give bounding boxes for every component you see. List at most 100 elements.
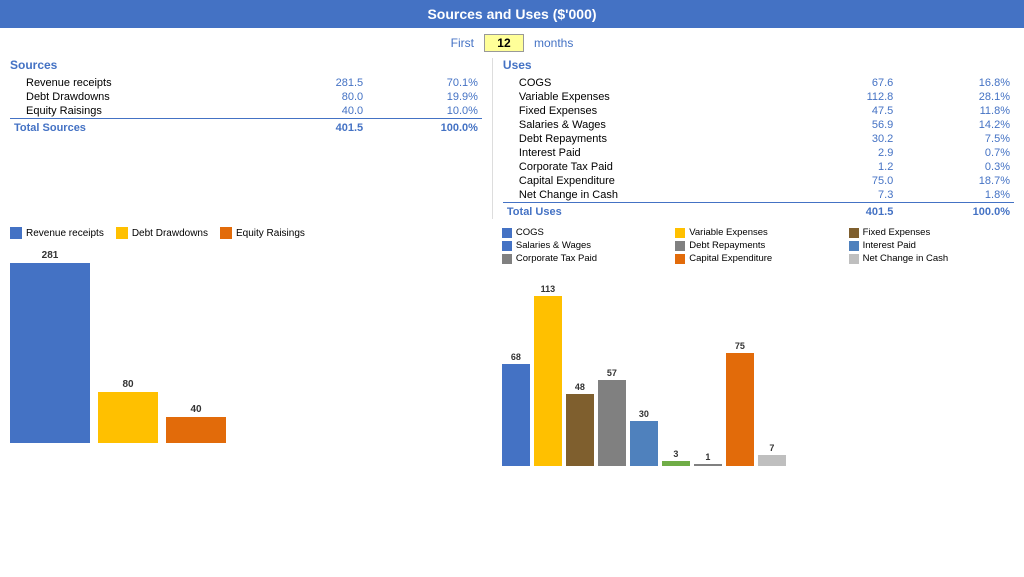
right-legend-item: Fixed Expenses [849, 227, 1014, 238]
uses-item-label: Net Change in Cash [503, 188, 781, 203]
uses-item-label: Debt Repayments [503, 132, 781, 146]
page-title: Sources and Uses ($'000) [0, 0, 1024, 28]
sources-item-value: 281.5 [252, 76, 367, 90]
bar-rect [694, 464, 722, 466]
uses-item-label: COGS [503, 76, 781, 90]
right-bar-group: 3 [662, 449, 690, 466]
sources-item-pct: 10.0% [367, 104, 482, 119]
uses-item-value: 75.0 [781, 174, 898, 188]
right-bar-group: 7 [758, 443, 786, 466]
uses-item-label: Salaries & Wages [503, 118, 781, 132]
uses-item-value: 47.5 [781, 104, 898, 118]
left-bar-group: 40 [166, 404, 226, 443]
sources-total-value: 401.5 [252, 119, 367, 136]
bar-rect [598, 380, 626, 466]
sources-total-pct: 100.0% [367, 119, 482, 136]
months-selector-row: First 12 months [0, 28, 1024, 58]
uses-item-label: Interest Paid [503, 146, 781, 160]
uses-item-label: Variable Expenses [503, 90, 781, 104]
uses-row: Capital Expenditure 75.0 18.7% [503, 174, 1014, 188]
uses-item-pct: 16.8% [897, 76, 1014, 90]
uses-row: Salaries & Wages 56.9 14.2% [503, 118, 1014, 132]
right-legend-item: Corporate Tax Paid [502, 253, 667, 264]
uses-row: Interest Paid 2.9 0.7% [503, 146, 1014, 160]
sources-total-row: Total Sources 401.5 100.0% [10, 119, 482, 136]
sources-row: Debt Drawdowns 80.0 19.9% [10, 90, 482, 104]
sources-row: Equity Raisings 40.0 10.0% [10, 104, 482, 119]
left-bar-group: 281 [10, 250, 90, 443]
uses-row: COGS 67.6 16.8% [503, 76, 1014, 90]
right-legend-item: COGS [502, 227, 667, 238]
sources-item-pct: 70.1% [367, 76, 482, 90]
left-bar-chart: 281 80 40 [10, 245, 482, 445]
months-input[interactable]: 12 [484, 34, 524, 52]
uses-item-pct: 7.5% [897, 132, 1014, 146]
uses-row: Fixed Expenses 47.5 11.8% [503, 104, 1014, 118]
uses-item-value: 56.9 [781, 118, 898, 132]
uses-total-label: Total Uses [503, 203, 781, 220]
uses-item-label: Corporate Tax Paid [503, 160, 781, 174]
bar-rect [662, 461, 690, 466]
right-legend-item: Debt Repayments [675, 240, 840, 251]
left-chart-legend: Revenue receipts Debt Drawdowns Equity Rai… [10, 227, 482, 239]
right-bar-group: 30 [630, 409, 658, 466]
left-bar-group: 80 [98, 379, 158, 443]
bar-value-label: 48 [575, 382, 585, 392]
uses-item-value: 7.3 [781, 188, 898, 203]
sources-item-label: Equity Raisings [10, 104, 252, 119]
sources-table: Revenue receipts 281.5 70.1% Debt Drawdo… [10, 76, 482, 135]
bar-rect [534, 296, 562, 466]
right-chart-legend: COGSVariable ExpensesFixed ExpensesSalar… [502, 227, 1014, 264]
bar-value-label: 68 [511, 352, 521, 362]
uses-total-value: 401.5 [781, 203, 898, 220]
right-bar-group: 1 [694, 452, 722, 466]
sources-total-label: Total Sources [10, 119, 252, 136]
sources-panel: Sources Revenue receipts 281.5 70.1% Deb… [10, 58, 492, 219]
bar-value-label: 40 [190, 404, 201, 415]
uses-item-pct: 1.8% [897, 188, 1014, 203]
months-label: months [534, 36, 573, 50]
right-legend-item: Capital Expenditure [675, 253, 840, 264]
right-legend-item: Salaries & Wages [502, 240, 667, 251]
bar-value-label: 281 [42, 250, 59, 261]
uses-table: COGS 67.6 16.8% Variable Expenses 112.8 … [503, 76, 1014, 219]
uses-item-value: 112.8 [781, 90, 898, 104]
main-data-section: Sources Revenue receipts 281.5 70.1% Deb… [0, 58, 1024, 219]
bar-value-label: 7 [769, 443, 774, 453]
uses-panel: Uses COGS 67.6 16.8% Variable Expenses 1… [492, 58, 1014, 219]
uses-item-pct: 14.2% [897, 118, 1014, 132]
left-legend-item: Equity Raisings [220, 227, 305, 239]
bar-value-label: 1 [705, 452, 710, 462]
left-chart-panel: Revenue receipts Debt Drawdowns Equity Rai… [10, 227, 492, 499]
uses-row: Net Change in Cash 7.3 1.8% [503, 188, 1014, 203]
sources-item-value: 40.0 [252, 104, 367, 119]
left-legend-item: Revenue receipts [10, 227, 104, 239]
right-bar-group: 113 [534, 284, 562, 466]
uses-total-pct: 100.0% [897, 203, 1014, 220]
uses-row: Variable Expenses 112.8 28.1% [503, 90, 1014, 104]
bar-value-label: 80 [122, 379, 133, 390]
uses-item-label: Capital Expenditure [503, 174, 781, 188]
sources-title: Sources [10, 58, 482, 72]
uses-item-value: 2.9 [781, 146, 898, 160]
first-label: First [451, 36, 474, 50]
uses-item-pct: 0.7% [897, 146, 1014, 160]
uses-row: Corporate Tax Paid 1.2 0.3% [503, 160, 1014, 174]
uses-item-pct: 28.1% [897, 90, 1014, 104]
bar-rect [502, 364, 530, 466]
uses-item-pct: 11.8% [897, 104, 1014, 118]
uses-item-value: 30.2 [781, 132, 898, 146]
left-legend-item: Debt Drawdowns [116, 227, 208, 239]
bar-rect [566, 394, 594, 466]
uses-total-row: Total Uses 401.5 100.0% [503, 203, 1014, 220]
bar-value-label: 75 [735, 341, 745, 351]
charts-area: Revenue receipts Debt Drawdowns Equity Rai… [0, 219, 1024, 499]
bar-rect [98, 392, 158, 443]
sources-item-value: 80.0 [252, 90, 367, 104]
bar-value-label: 57 [607, 368, 617, 378]
bar-rect [726, 353, 754, 466]
bar-value-label: 3 [673, 449, 678, 459]
uses-item-pct: 18.7% [897, 174, 1014, 188]
uses-item-value: 1.2 [781, 160, 898, 174]
bar-value-label: 30 [639, 409, 649, 419]
